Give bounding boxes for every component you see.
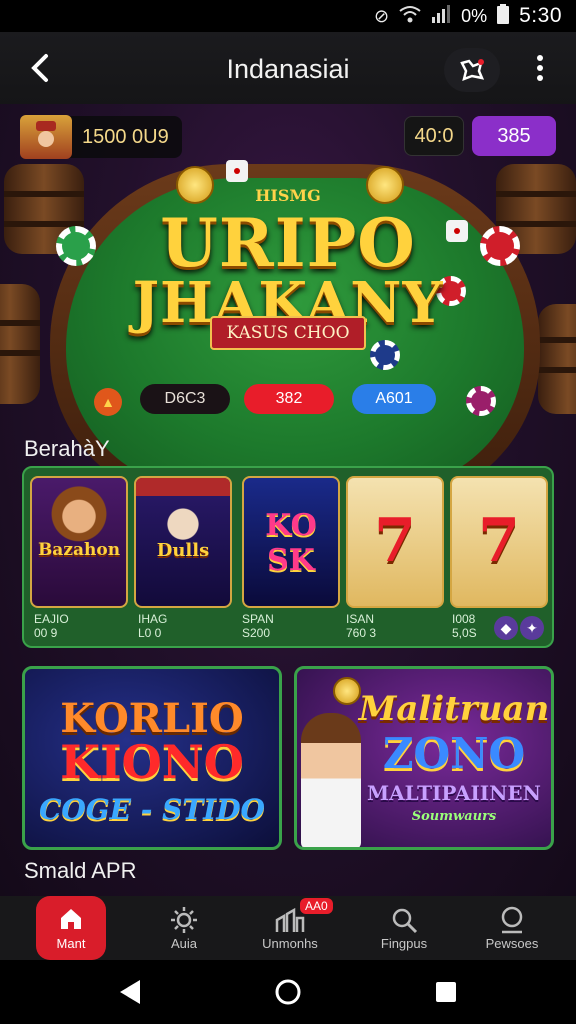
section-title: BerahàY	[24, 436, 110, 461]
slot-caption: IHAG L0 0	[138, 612, 218, 640]
share-button[interactable]	[444, 48, 500, 92]
system-navigation	[0, 960, 576, 1024]
dice-icon	[226, 160, 248, 182]
slot-caption-line: S200	[242, 626, 271, 640]
promo-line: KIONO	[60, 735, 244, 789]
slot-title: 7	[478, 506, 520, 576]
promo-card[interactable]: Malitruan ZONO MALTIPAIINEN Soumwaurs	[294, 666, 554, 850]
info-dot-icon[interactable]: ▲	[94, 388, 122, 416]
more-options-button[interactable]	[524, 50, 556, 86]
game-logo-kicker: HISMG	[255, 186, 321, 205]
mute-icon: ⊘	[374, 5, 390, 26]
gold-counter[interactable]: 40:0	[404, 116, 464, 156]
slot-game-card[interactable]: 7	[450, 476, 548, 608]
slot-caption-line: 760 3	[346, 626, 377, 640]
promo-line: MALTIPAIINEN	[367, 781, 541, 805]
gem-counter[interactable]: 385	[472, 116, 556, 156]
slot-games-row: Bazahon Dulls KO SK 7 7 EAJIO 00 9 IHAG L0…	[22, 466, 554, 648]
slot-game-card[interactable]: 7	[346, 476, 444, 608]
status-bar: ⊘ 0% 5:30	[0, 0, 576, 32]
poker-chip-icon	[370, 340, 400, 370]
clock: 5:30	[519, 4, 562, 27]
nav-unmonhs[interactable]: AA0 Unmonhs	[240, 896, 340, 960]
slot-game-card[interactable]: KO SK	[242, 476, 340, 608]
home-circle-icon[interactable]	[274, 978, 302, 1006]
slot-title: KO SK	[265, 508, 317, 578]
app-bar: Indanasiai	[0, 32, 576, 104]
battery-percent: 0%	[461, 5, 488, 26]
nav-home[interactable]: Mant	[36, 896, 106, 960]
back-triangle-icon[interactable]	[118, 978, 142, 1006]
promo-line: Malitruan	[358, 689, 550, 729]
nav-label: Unmonhs	[262, 935, 318, 951]
sun-icon	[170, 906, 198, 936]
profile-icon	[498, 906, 526, 936]
nav-pewsoes[interactable]: Pewsoes	[462, 896, 562, 960]
signal-icon	[431, 4, 451, 28]
player-coins-panel[interactable]: 1500 0U9	[20, 115, 182, 159]
avatar[interactable]	[20, 115, 72, 159]
slot-caption-line: ISAN	[346, 612, 375, 626]
promo-line: Soumwaurs	[411, 809, 497, 824]
nav-label: Auia	[170, 935, 198, 951]
section-title: Smald APR	[24, 858, 137, 883]
wifi-icon	[399, 5, 421, 28]
slot-caption: SPAN S200	[242, 612, 322, 640]
nav-label: Fingpus	[380, 935, 428, 951]
recents-square-icon[interactable]	[434, 978, 458, 1006]
poker-chip-icon	[466, 386, 496, 416]
slot-caption-line: EAJIO	[34, 612, 69, 626]
coin-balance: 1500 0U9	[82, 125, 169, 148]
more-vert-icon	[537, 55, 543, 81]
battery-icon	[497, 3, 510, 29]
slot-caption-line: SPAN	[242, 612, 274, 626]
gift-icon[interactable]: ✦	[520, 616, 544, 640]
slot-caption-line: 00 9	[34, 626, 58, 640]
slot-title: Bazahon	[37, 540, 121, 560]
notification-badge: AA0	[300, 898, 333, 914]
table-button-blue[interactable]: A601	[352, 384, 436, 414]
slot-caption-line: IHAG	[138, 612, 168, 626]
share-icon	[460, 59, 485, 82]
character-art	[301, 713, 361, 847]
promo-line: COGE - STIDO	[39, 793, 265, 826]
nav-label: Pewsoes	[485, 935, 539, 951]
bottom-navigation: Mant Auia AA0 Unmonhs Fingpus Pewsoes	[0, 896, 576, 960]
home-icon	[58, 906, 84, 936]
slot-title: Dulls	[156, 540, 210, 561]
slot-title: 7	[374, 506, 416, 576]
search-icon	[390, 906, 418, 936]
slot-caption: ISAN 760 3	[346, 612, 426, 640]
table-button-dark[interactable]: D6C3	[140, 384, 230, 414]
game-logo-ribbon: KASUS CHOO	[210, 316, 366, 350]
table-button-red[interactable]: 382	[244, 384, 334, 414]
gem-icon[interactable]: ◆	[494, 616, 518, 640]
slot-caption: EAJIO 00 9	[34, 612, 114, 640]
slot-game-card[interactable]: Dulls	[134, 476, 232, 608]
promo-line: ZONO	[382, 729, 526, 778]
nav-label: Mant	[56, 935, 86, 951]
promo-card[interactable]: KORLIO KIONO COGE - STIDO	[22, 666, 282, 850]
slot-game-card[interactable]: Bazahon	[30, 476, 128, 608]
game-lobby: 1500 0U9 40:0 385 HISMG URIPO JHAKANY KA…	[0, 104, 576, 896]
nav-fingpus[interactable]: Fingpus	[354, 896, 454, 960]
nav-auia[interactable]: Auia	[134, 896, 234, 960]
slot-caption-line: L0 0	[138, 626, 162, 640]
